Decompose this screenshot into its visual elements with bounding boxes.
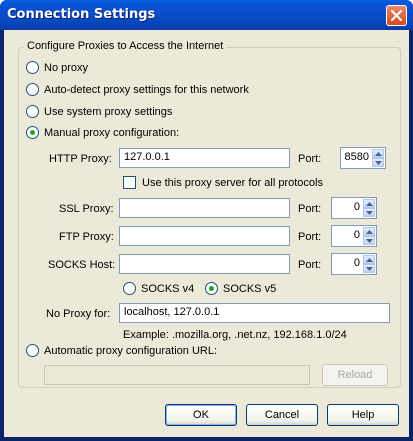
radio-system-proxy[interactable]: Use system proxy settings	[26, 105, 172, 118]
ssl-proxy-input[interactable]	[119, 198, 290, 218]
ftp-port-spin-buttons[interactable]	[363, 227, 375, 245]
help-button[interactable]: Help	[327, 404, 399, 426]
spin-down-button[interactable]	[363, 208, 375, 217]
same-proxy-label: Use this proxy server for all protocols	[142, 176, 323, 189]
radio-no-proxy[interactable]: No proxy	[26, 61, 88, 74]
http-port-value: 8580	[344, 151, 369, 163]
spin-down-button[interactable]	[372, 158, 384, 167]
no-proxy-for-label: No Proxy for:	[46, 308, 111, 320]
chevron-up-icon	[375, 152, 382, 156]
reload-button[interactable]: Reload	[322, 364, 388, 386]
ftp-port-label: Port:	[298, 231, 322, 243]
socks-port-value: 0	[353, 257, 360, 269]
radio-socks-v4-label: SOCKS v4	[141, 282, 195, 295]
cancel-button[interactable]: Cancel	[246, 404, 318, 426]
radio-socks-v4-circle[interactable]	[123, 282, 136, 295]
spin-down-button[interactable]	[363, 236, 375, 245]
chevron-up-icon	[366, 230, 373, 234]
spin-up-button[interactable]	[363, 227, 375, 236]
radio-auto-detect[interactable]: Auto-detect proxy settings for this netw…	[26, 83, 249, 96]
ssl-port-value: 0	[353, 201, 360, 213]
connection-settings-dialog: Connection Settings Configure Proxies to…	[0, 0, 413, 441]
ok-button[interactable]: OK	[165, 404, 237, 426]
close-icon	[391, 10, 402, 21]
radio-manual-proxy-circle[interactable]	[26, 126, 39, 139]
http-port-spin-buttons[interactable]	[372, 149, 384, 167]
ftp-proxy-input[interactable]	[119, 226, 290, 246]
radio-auto-detect-label: Auto-detect proxy settings for this netw…	[44, 83, 249, 96]
close-button[interactable]	[386, 5, 407, 26]
radio-manual-proxy-label: Manual proxy configuration:	[44, 126, 180, 139]
radio-auto-config-url-circle[interactable]	[26, 344, 39, 357]
radio-auto-detect-circle[interactable]	[26, 83, 39, 96]
radio-socks-v5-circle[interactable]	[205, 282, 218, 295]
radio-system-proxy-circle[interactable]	[26, 105, 39, 118]
ssl-proxy-label: SSL Proxy:	[59, 203, 114, 215]
chevron-down-icon	[366, 267, 373, 271]
radio-manual-proxy[interactable]: Manual proxy configuration:	[26, 126, 179, 139]
ftp-port-value: 0	[353, 229, 360, 241]
window-title: Connection Settings	[7, 7, 156, 22]
spin-up-button[interactable]	[363, 255, 375, 264]
no-proxy-example: Example: .mozilla.org, .net.nz, 192.168.…	[123, 329, 347, 341]
spin-down-button[interactable]	[363, 264, 375, 273]
ftp-proxy-label: FTP Proxy:	[59, 231, 114, 243]
chevron-down-icon	[375, 161, 382, 165]
ftp-port-stepper[interactable]: 0	[331, 225, 377, 247]
socks-port-spin-buttons[interactable]	[363, 255, 375, 273]
spin-up-button[interactable]	[372, 149, 384, 158]
socks-host-label: SOCKS Host:	[48, 259, 116, 271]
http-proxy-input[interactable]: 127.0.0.1	[119, 148, 290, 168]
socks-host-input[interactable]	[119, 254, 290, 274]
http-port-label: Port:	[298, 153, 322, 165]
radio-socks-v5-label: SOCKS v5	[223, 282, 277, 295]
title-bar[interactable]: Connection Settings	[0, 0, 413, 30]
http-proxy-label: HTTP Proxy:	[49, 153, 112, 165]
radio-auto-config-url[interactable]: Automatic proxy configuration URL:	[26, 344, 217, 357]
chevron-down-icon	[366, 211, 373, 215]
socks-port-label: Port:	[298, 259, 322, 271]
chevron-up-icon	[366, 258, 373, 262]
ssl-port-spin-buttons[interactable]	[363, 199, 375, 217]
ssl-port-stepper[interactable]: 0	[331, 197, 377, 219]
no-proxy-for-input[interactable]: localhost, 127.0.0.1	[119, 303, 390, 323]
radio-system-proxy-label: Use system proxy settings	[44, 105, 173, 118]
chevron-up-icon	[366, 202, 373, 206]
radio-socks-v5[interactable]: SOCKS v5	[205, 282, 276, 295]
http-port-stepper[interactable]: 8580	[340, 147, 386, 169]
same-proxy-checkbox[interactable]	[123, 176, 136, 189]
spin-up-button[interactable]	[363, 199, 375, 208]
chevron-down-icon	[366, 239, 373, 243]
dialog-body: Configure Proxies to Access the Internet…	[4, 30, 409, 437]
radio-no-proxy-circle[interactable]	[26, 61, 39, 74]
group-title: Configure Proxies to Access the Internet	[24, 40, 227, 52]
radio-no-proxy-label: No proxy	[44, 61, 89, 74]
same-proxy-checkbox-row[interactable]: Use this proxy server for all protocols	[123, 176, 323, 189]
radio-socks-v4[interactable]: SOCKS v4	[123, 282, 194, 295]
socks-port-stepper[interactable]: 0	[331, 253, 377, 275]
radio-auto-config-url-label: Automatic proxy configuration URL:	[44, 344, 218, 357]
auto-config-url-input[interactable]	[44, 365, 310, 385]
ssl-port-label: Port:	[298, 203, 322, 215]
